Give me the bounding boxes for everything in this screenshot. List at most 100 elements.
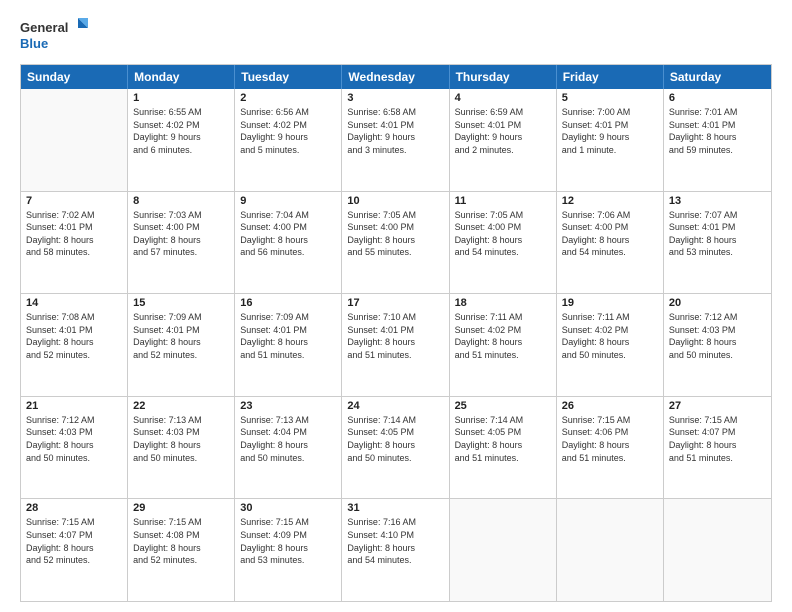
calendar-cell: 28 Sunrise: 7:15 AM Sunset: 4:07 PM Dayli…: [21, 499, 128, 601]
day-number: 7: [26, 195, 122, 207]
day-number: 22: [133, 400, 229, 412]
calendar-cell: [450, 499, 557, 601]
day-info: Sunrise: 6:55 AM Sunset: 4:02 PM Dayligh…: [133, 106, 229, 156]
calendar-row-2: 14 Sunrise: 7:08 AM Sunset: 4:01 PM Dayli…: [21, 293, 771, 396]
calendar-cell: 16 Sunrise: 7:09 AM Sunset: 4:01 PM Dayli…: [235, 294, 342, 396]
header-day-thursday: Thursday: [450, 65, 557, 89]
day-number: 14: [26, 297, 122, 309]
day-info: Sunrise: 7:06 AM Sunset: 4:00 PM Dayligh…: [562, 209, 658, 259]
day-number: 9: [240, 195, 336, 207]
day-info: Sunrise: 7:15 AM Sunset: 4:07 PM Dayligh…: [26, 516, 122, 566]
day-info: Sunrise: 6:59 AM Sunset: 4:01 PM Dayligh…: [455, 106, 551, 156]
calendar-cell: 23Sunrise: 7:13 AM Sunset: 4:04 PM Dayli…: [235, 397, 342, 499]
day-number: 31: [347, 502, 443, 514]
calendar-cell: 22Sunrise: 7:13 AM Sunset: 4:03 PM Dayli…: [128, 397, 235, 499]
calendar-cell: 15 Sunrise: 7:09 AM Sunset: 4:01 PM Dayli…: [128, 294, 235, 396]
day-number: 4: [455, 92, 551, 104]
calendar-cell: 11Sunrise: 7:05 AM Sunset: 4:00 PM Dayli…: [450, 192, 557, 294]
day-info: Sunrise: 7:02 AM Sunset: 4:01 PM Dayligh…: [26, 209, 122, 259]
day-number: 19: [562, 297, 658, 309]
calendar-cell: 29 Sunrise: 7:15 AM Sunset: 4:08 PM Dayli…: [128, 499, 235, 601]
header-day-saturday: Saturday: [664, 65, 771, 89]
calendar-cell: [664, 499, 771, 601]
day-number: 6: [669, 92, 766, 104]
day-info: Sunrise: 6:58 AM Sunset: 4:01 PM Dayligh…: [347, 106, 443, 156]
day-info: Sunrise: 7:10 AM Sunset: 4:01 PM Dayligh…: [347, 311, 443, 361]
calendar-cell: 27Sunrise: 7:15 AM Sunset: 4:07 PM Dayli…: [664, 397, 771, 499]
calendar-row-0: 1 Sunrise: 6:55 AM Sunset: 4:02 PM Daylig…: [21, 89, 771, 191]
calendar-cell: 26 Sunrise: 7:15 AM Sunset: 4:06 PM Dayli…: [557, 397, 664, 499]
calendar-cell: 3 Sunrise: 6:58 AM Sunset: 4:01 PM Daylig…: [342, 89, 449, 191]
day-info: Sunrise: 7:14 AM Sunset: 4:05 PM Dayligh…: [347, 414, 443, 464]
header-day-wednesday: Wednesday: [342, 65, 449, 89]
calendar-row-1: 7 Sunrise: 7:02 AM Sunset: 4:01 PM Daylig…: [21, 191, 771, 294]
header-day-tuesday: Tuesday: [235, 65, 342, 89]
day-number: 10: [347, 195, 443, 207]
day-number: 28: [26, 502, 122, 514]
day-info: Sunrise: 7:16 AM Sunset: 4:10 PM Dayligh…: [347, 516, 443, 566]
calendar-cell: [21, 89, 128, 191]
day-info: Sunrise: 7:11 AM Sunset: 4:02 PM Dayligh…: [455, 311, 551, 361]
day-number: 15: [133, 297, 229, 309]
calendar-cell: 24Sunrise: 7:14 AM Sunset: 4:05 PM Dayli…: [342, 397, 449, 499]
calendar-cell: 9Sunrise: 7:04 AM Sunset: 4:00 PM Daylig…: [235, 192, 342, 294]
day-info: Sunrise: 7:15 AM Sunset: 4:06 PM Dayligh…: [562, 414, 658, 464]
calendar-cell: 17 Sunrise: 7:10 AM Sunset: 4:01 PM Dayli…: [342, 294, 449, 396]
calendar-row-3: 21Sunrise: 7:12 AM Sunset: 4:03 PM Dayli…: [21, 396, 771, 499]
day-info: Sunrise: 7:12 AM Sunset: 4:03 PM Dayligh…: [669, 311, 766, 361]
calendar-cell: 4 Sunrise: 6:59 AM Sunset: 4:01 PM Daylig…: [450, 89, 557, 191]
calendar-cell: [557, 499, 664, 601]
day-info: Sunrise: 7:09 AM Sunset: 4:01 PM Dayligh…: [133, 311, 229, 361]
day-info: Sunrise: 7:11 AM Sunset: 4:02 PM Dayligh…: [562, 311, 658, 361]
day-info: Sunrise: 7:00 AM Sunset: 4:01 PM Dayligh…: [562, 106, 658, 156]
calendar-cell: 2Sunrise: 6:56 AM Sunset: 4:02 PM Daylig…: [235, 89, 342, 191]
day-number: 3: [347, 92, 443, 104]
day-info: Sunrise: 7:05 AM Sunset: 4:00 PM Dayligh…: [455, 209, 551, 259]
svg-text:Blue: Blue: [20, 36, 48, 51]
day-number: 2: [240, 92, 336, 104]
day-number: 20: [669, 297, 766, 309]
day-info: Sunrise: 7:09 AM Sunset: 4:01 PM Dayligh…: [240, 311, 336, 361]
calendar-cell: 6 Sunrise: 7:01 AM Sunset: 4:01 PM Daylig…: [664, 89, 771, 191]
calendar-row-4: 28 Sunrise: 7:15 AM Sunset: 4:07 PM Dayli…: [21, 498, 771, 601]
day-info: Sunrise: 7:08 AM Sunset: 4:01 PM Dayligh…: [26, 311, 122, 361]
header: General Blue: [20, 16, 772, 56]
day-number: 29: [133, 502, 229, 514]
page: General Blue SundayMondayTuesdayWednesda…: [0, 0, 792, 612]
calendar-cell: 19 Sunrise: 7:11 AM Sunset: 4:02 PM Dayli…: [557, 294, 664, 396]
calendar-cell: 14 Sunrise: 7:08 AM Sunset: 4:01 PM Dayli…: [21, 294, 128, 396]
calendar-body: 1 Sunrise: 6:55 AM Sunset: 4:02 PM Daylig…: [21, 89, 771, 601]
day-number: 16: [240, 297, 336, 309]
calendar-cell: 18Sunrise: 7:11 AM Sunset: 4:02 PM Dayli…: [450, 294, 557, 396]
header-day-friday: Friday: [557, 65, 664, 89]
day-number: 13: [669, 195, 766, 207]
day-info: Sunrise: 7:15 AM Sunset: 4:08 PM Dayligh…: [133, 516, 229, 566]
logo-svg: General Blue: [20, 16, 90, 56]
calendar-header: SundayMondayTuesdayWednesdayThursdayFrid…: [21, 65, 771, 89]
header-day-monday: Monday: [128, 65, 235, 89]
day-info: Sunrise: 7:13 AM Sunset: 4:04 PM Dayligh…: [240, 414, 336, 464]
day-number: 27: [669, 400, 766, 412]
calendar-cell: 21Sunrise: 7:12 AM Sunset: 4:03 PM Dayli…: [21, 397, 128, 499]
day-number: 5: [562, 92, 658, 104]
day-number: 25: [455, 400, 551, 412]
calendar-cell: 25 Sunrise: 7:14 AM Sunset: 4:05 PM Dayli…: [450, 397, 557, 499]
calendar-cell: 20 Sunrise: 7:12 AM Sunset: 4:03 PM Dayli…: [664, 294, 771, 396]
calendar-cell: 8 Sunrise: 7:03 AM Sunset: 4:00 PM Daylig…: [128, 192, 235, 294]
day-info: Sunrise: 7:14 AM Sunset: 4:05 PM Dayligh…: [455, 414, 551, 464]
calendar-cell: 10Sunrise: 7:05 AM Sunset: 4:00 PM Dayli…: [342, 192, 449, 294]
calendar-cell: 12Sunrise: 7:06 AM Sunset: 4:00 PM Dayli…: [557, 192, 664, 294]
day-number: 26: [562, 400, 658, 412]
day-number: 30: [240, 502, 336, 514]
svg-text:General: General: [20, 20, 68, 35]
header-day-sunday: Sunday: [21, 65, 128, 89]
day-info: Sunrise: 7:03 AM Sunset: 4:00 PM Dayligh…: [133, 209, 229, 259]
logo: General Blue: [20, 16, 90, 56]
day-number: 8: [133, 195, 229, 207]
day-number: 17: [347, 297, 443, 309]
day-info: Sunrise: 7:01 AM Sunset: 4:01 PM Dayligh…: [669, 106, 766, 156]
day-number: 1: [133, 92, 229, 104]
calendar-cell: 30Sunrise: 7:15 AM Sunset: 4:09 PM Dayli…: [235, 499, 342, 601]
day-info: Sunrise: 7:12 AM Sunset: 4:03 PM Dayligh…: [26, 414, 122, 464]
calendar-cell: 31 Sunrise: 7:16 AM Sunset: 4:10 PM Dayli…: [342, 499, 449, 601]
